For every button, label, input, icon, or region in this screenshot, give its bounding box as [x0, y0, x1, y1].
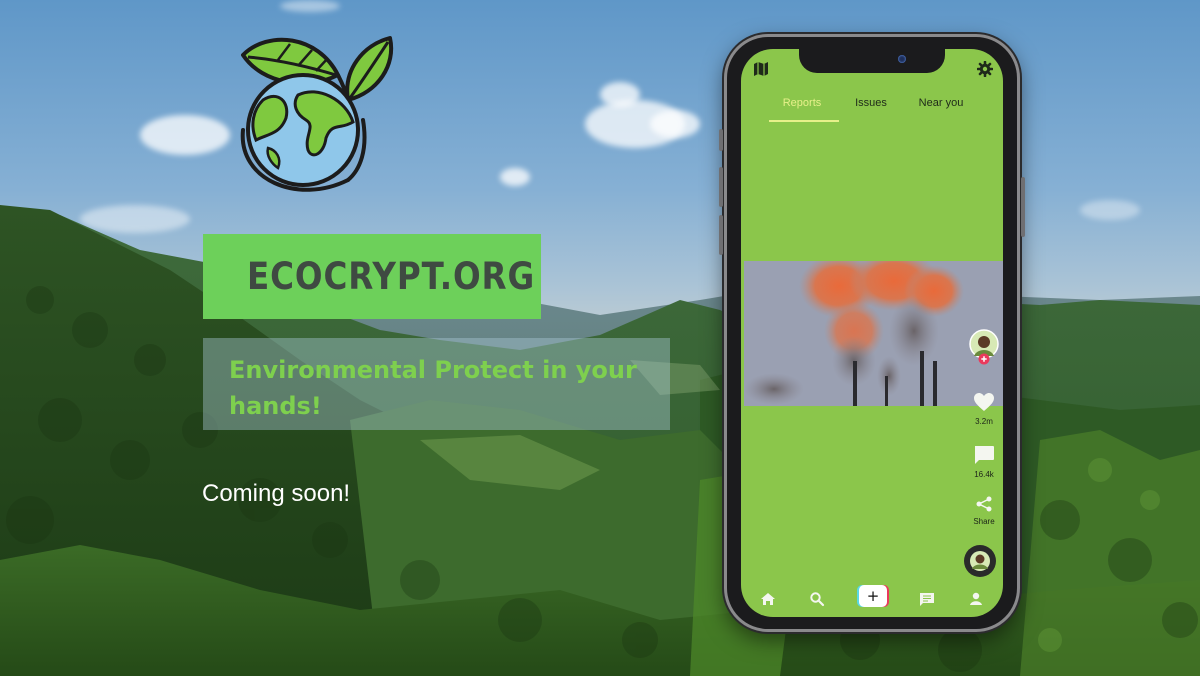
likes-count: 3.2m: [975, 417, 993, 426]
gear-icon[interactable]: [977, 61, 993, 77]
tab-issues[interactable]: Issues: [836, 97, 906, 109]
search-icon[interactable]: [809, 591, 825, 607]
share-button[interactable]: Share: [969, 496, 999, 526]
active-tab-indicator: [769, 120, 839, 122]
phone-mockup: Reports Issues Near you 3.2m 16.4k Share…: [719, 34, 1025, 632]
share-label: Share: [973, 517, 995, 526]
phone-notch: [799, 49, 945, 73]
avatar[interactable]: [969, 329, 999, 365]
plus-icon: +: [866, 587, 880, 605]
report-video[interactable]: [744, 261, 1003, 406]
tagline-banner: Environmental Protect in your hands!: [203, 338, 670, 430]
share-icon[interactable]: [975, 496, 993, 512]
earth-leaves-logo: [240, 36, 394, 192]
tab-near-you[interactable]: Near you: [906, 97, 976, 109]
camera-icon: [898, 55, 906, 63]
app-screen: Reports Issues Near you 3.2m 16.4k Share…: [741, 49, 1003, 617]
heart-icon[interactable]: [973, 392, 995, 412]
bottom-navigation: +: [741, 581, 1003, 617]
profile-icon[interactable]: [968, 591, 984, 607]
messages-icon[interactable]: [919, 591, 935, 607]
creator-avatar[interactable]: [969, 329, 999, 369]
tagline: Environmental Protect in your hands!: [229, 356, 637, 420]
map-icon[interactable]: [753, 61, 769, 77]
create-button[interactable]: +: [859, 585, 887, 607]
comment-button[interactable]: 16.4k: [969, 445, 999, 479]
brand-name: ECOCRYPT.ORG: [247, 255, 536, 298]
brand-banner: ECOCRYPT.ORG: [203, 234, 541, 319]
music-disc-icon[interactable]: [963, 544, 997, 578]
home-icon[interactable]: [760, 591, 776, 607]
comments-count: 16.4k: [974, 470, 994, 479]
tab-reports[interactable]: Reports: [767, 97, 837, 109]
like-button[interactable]: 3.2m: [969, 392, 999, 426]
coming-soon-text: Coming soon!: [202, 480, 351, 507]
comment-icon[interactable]: [973, 445, 995, 465]
